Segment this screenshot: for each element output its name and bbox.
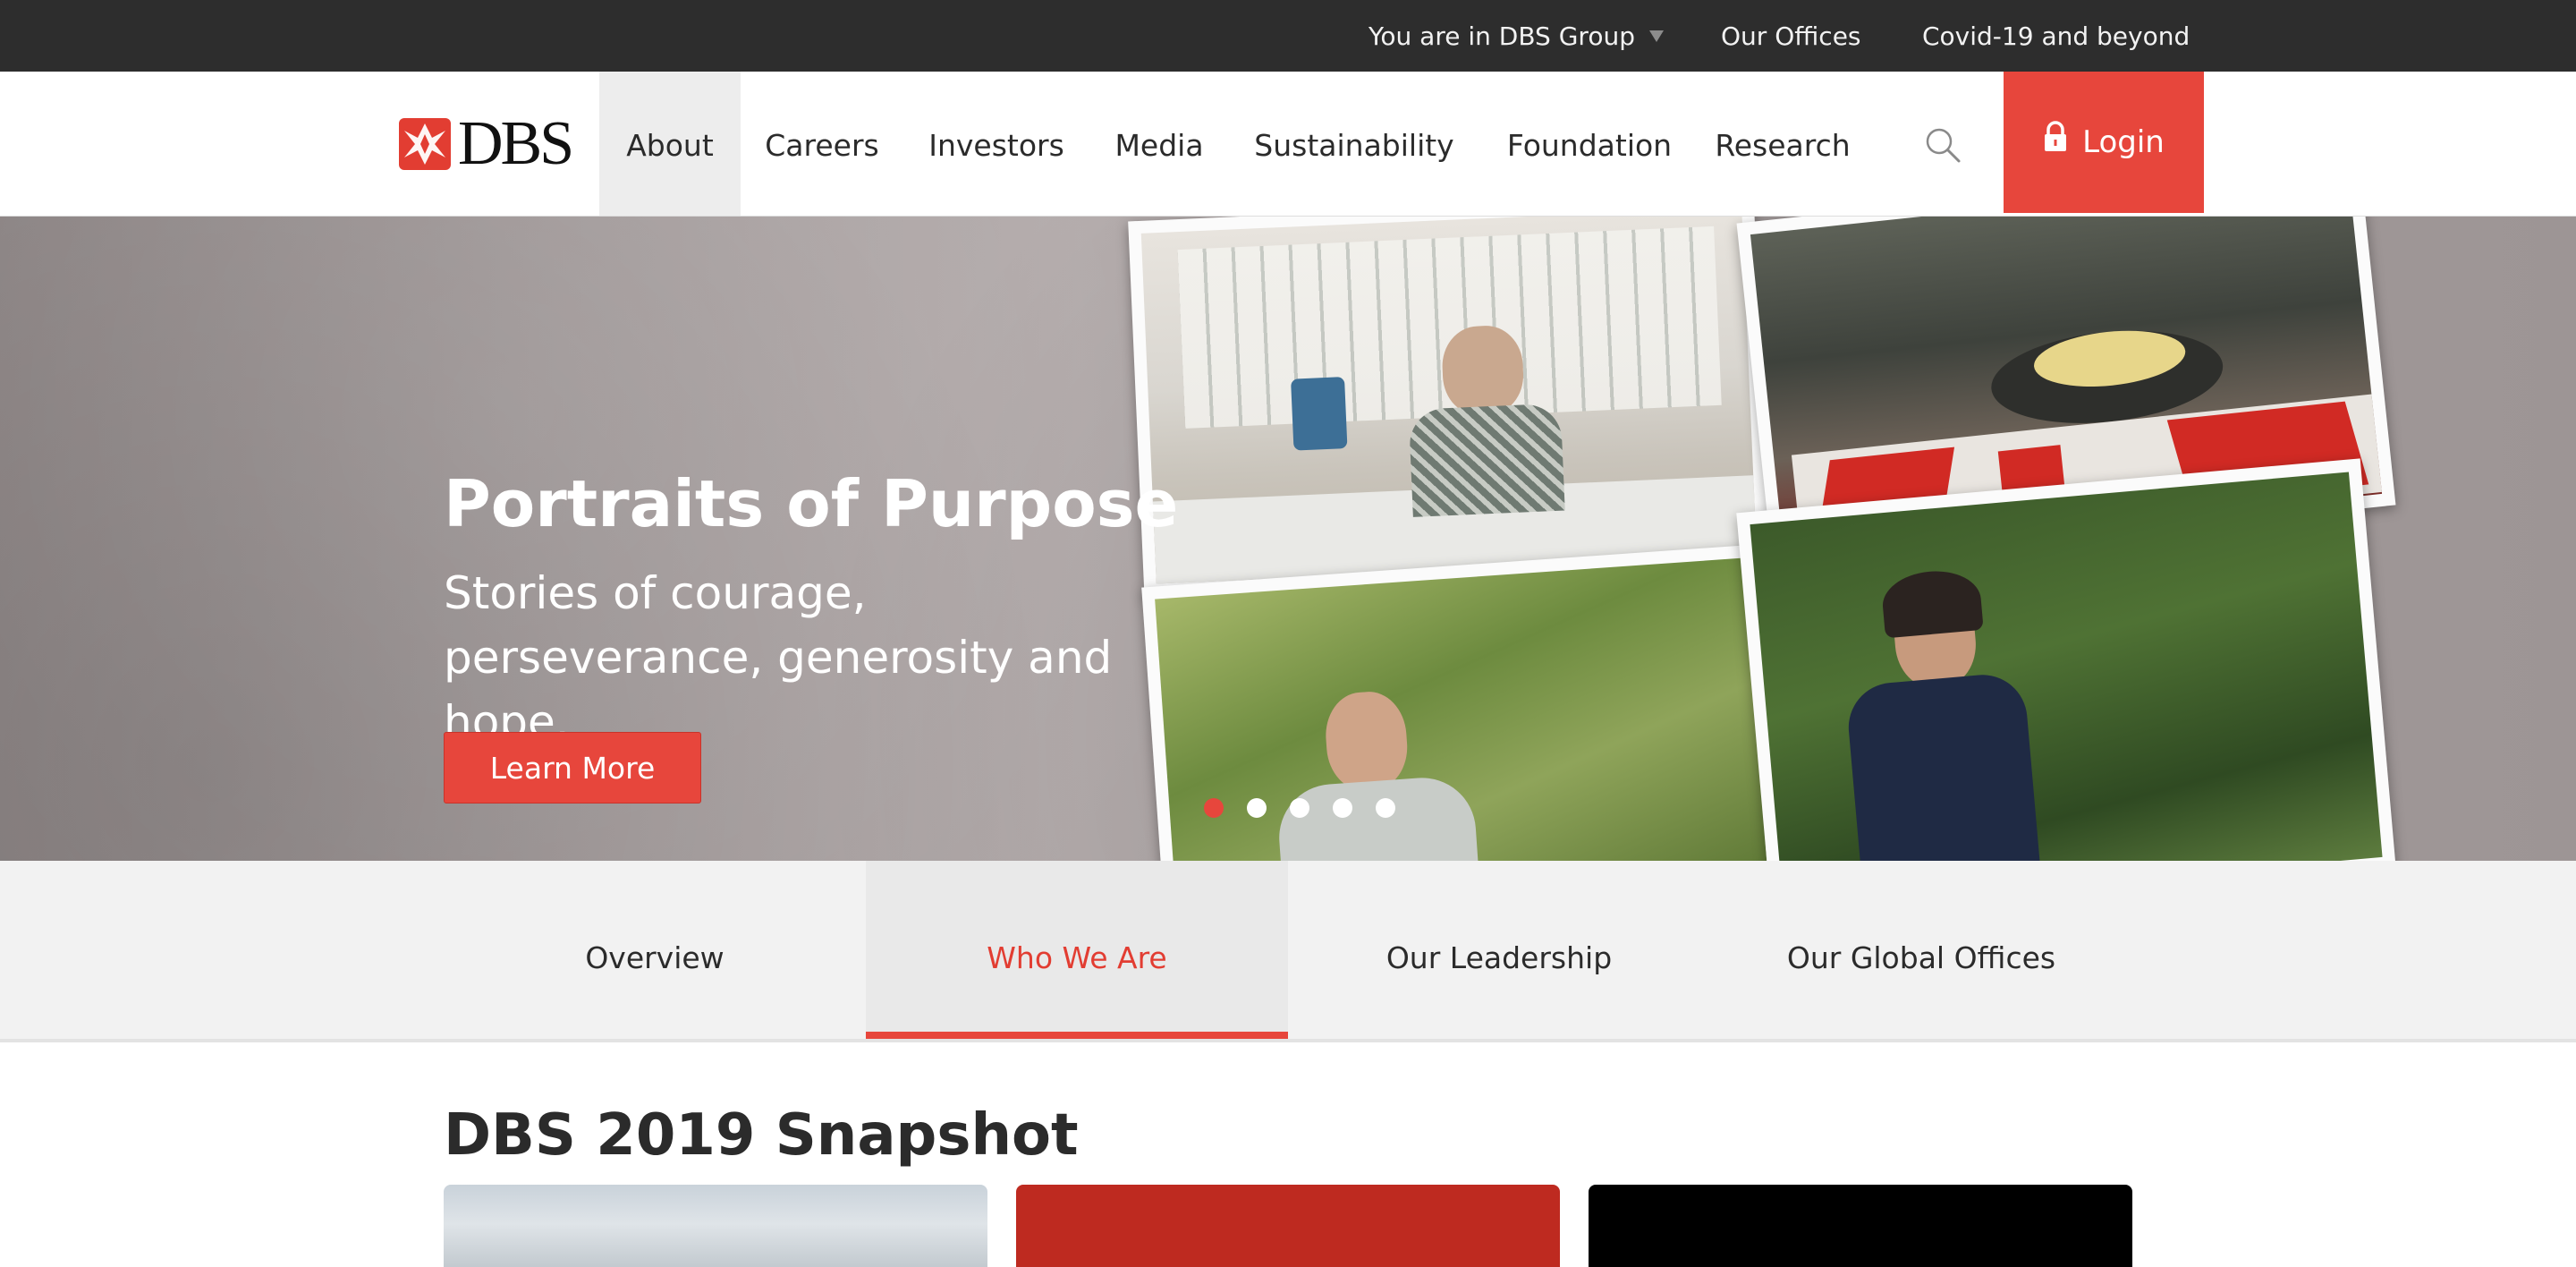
tab-overview[interactable]: Overview (444, 861, 866, 1039)
photo-man-at-table (1128, 217, 1770, 598)
login-button[interactable]: Login (2004, 72, 2204, 213)
dbs-logo[interactable]: DBS (399, 111, 574, 177)
photo-man-in-garden (1141, 544, 1784, 861)
caret-down-icon (1648, 30, 1664, 42)
section-title: DBS 2019 Snapshot (444, 1102, 1079, 1169)
search-icon[interactable] (1923, 125, 1962, 165)
covid-link[interactable]: Covid-19 and beyond (1922, 0, 2190, 72)
dbs-logo-wordmark: DBS (458, 109, 574, 178)
tab-our-leadership[interactable]: Our Leadership (1288, 861, 1710, 1039)
login-label: Login (2082, 124, 2165, 160)
carousel-dot[interactable] (1247, 798, 1267, 818)
nav-item-investors[interactable]: Investors (921, 72, 1072, 216)
nav-item-sustainability[interactable]: Sustainability (1249, 72, 1460, 216)
group-selector-label: You are in DBS Group (1368, 21, 1635, 51)
snapshot-card-image[interactable] (444, 1185, 987, 1267)
learn-more-button[interactable]: Learn More (444, 732, 701, 804)
main-nav: DBS About Careers Investors Media Sustai… (0, 72, 2576, 217)
carousel-dot[interactable] (1333, 798, 1352, 818)
carousel-dot[interactable] (1204, 798, 1224, 818)
hero-banner: Portraits of Purpose Stories of courage,… (0, 217, 2576, 861)
nav-item-media[interactable]: Media (1109, 72, 1209, 216)
lock-icon (2045, 120, 2067, 151)
tab-who-we-are[interactable]: Who We Are (866, 861, 1288, 1039)
nav-item-careers[interactable]: Careers (760, 72, 884, 216)
hero-photo-collage (1128, 217, 2424, 861)
nav-item-foundation[interactable]: Foundation (1497, 72, 1682, 216)
our-offices-link[interactable]: Our Offices (1721, 0, 1861, 72)
utility-bar: You are in DBS Group Our Offices Covid-1… (0, 0, 2576, 72)
hero-title: Portraits of Purpose (444, 466, 1179, 541)
snapshot-card-red[interactable] (1016, 1185, 1560, 1267)
group-selector[interactable]: You are in DBS Group (1368, 0, 1664, 72)
dbs-logo-mark-icon (399, 118, 451, 170)
carousel-dot[interactable] (1376, 798, 1395, 818)
tab-our-global-offices[interactable]: Our Global Offices (1710, 861, 2132, 1039)
about-subnav: Overview Who We Are Our Leadership Our G… (0, 861, 2576, 1042)
photo-woman-in-garden (1736, 458, 2396, 861)
snapshot-card-dark[interactable] (1589, 1185, 2132, 1267)
nav-item-about[interactable]: About (599, 72, 741, 216)
carousel-dot[interactable] (1290, 798, 1309, 818)
nav-item-research[interactable]: Research (1712, 72, 1853, 216)
hero-subtitle: Stories of courage, perseverance, genero… (444, 567, 1113, 748)
